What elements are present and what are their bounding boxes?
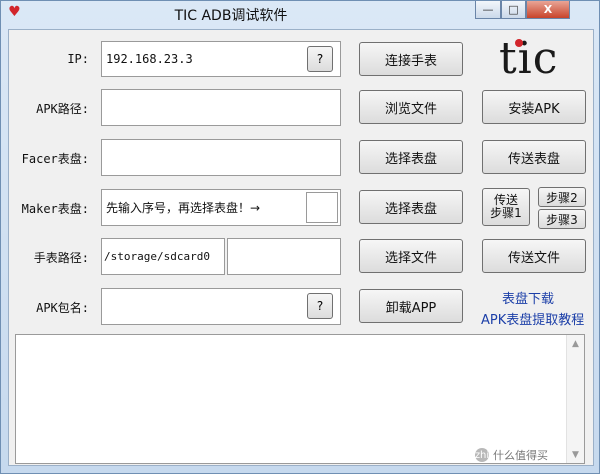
uninstall-app-button[interactable]: 卸载APP <box>359 289 463 323</box>
install-apk-button[interactable]: 安装APK <box>482 90 586 124</box>
heart-icon: ♥ <box>8 4 21 20</box>
maker-send-step1-button[interactable]: 传送 步骤1 <box>482 188 530 226</box>
facer-send-button[interactable]: 传送表盘 <box>482 140 586 174</box>
logo-dot <box>515 39 523 47</box>
ip-label: IP: <box>67 52 89 66</box>
log-scrollbar[interactable]: ▲ ▼ <box>566 335 584 463</box>
maker-select-button[interactable]: 选择表盘 <box>359 190 463 224</box>
send-file-button[interactable]: 传送文件 <box>482 239 586 273</box>
apk-path-input[interactable] <box>101 89 341 126</box>
select-file-button[interactable]: 选择文件 <box>359 239 463 273</box>
scroll-up-icon[interactable]: ▲ <box>567 335 584 352</box>
watch-path-input[interactable]: /storage/sdcard0 <box>101 238 225 275</box>
maximize-button[interactable]: □ <box>501 1 526 19</box>
step2-button[interactable]: 步骤2 <box>538 187 586 207</box>
watermark-logo-icon: zhi <box>474 448 490 462</box>
maker-dial-input[interactable]: 先输入序号，再选择表盘！→ <box>101 189 341 226</box>
title-bar[interactable]: ♥ TIC ADB调试软件 — □ X <box>1 1 599 25</box>
window-title: TIC ADB调试软件 <box>174 8 288 24</box>
log-textarea[interactable]: ▲ ▼ <box>15 334 585 464</box>
browse-file-button[interactable]: 浏览文件 <box>359 90 463 124</box>
watch-path-extra-input[interactable] <box>227 238 341 275</box>
apk-package-input[interactable] <box>101 288 341 325</box>
tic-logo: tic <box>499 33 559 84</box>
watermark: zhi 什么值得买 <box>475 447 548 463</box>
watermark-text: 什么值得买 <box>493 449 548 462</box>
dial-download-link[interactable]: 表盘下载 <box>502 288 554 307</box>
facer-dial-input[interactable] <box>101 139 341 176</box>
scroll-down-icon[interactable]: ▼ <box>567 446 584 463</box>
package-help-button[interactable]: ? <box>307 293 333 319</box>
minimize-button[interactable]: — <box>475 1 501 19</box>
app-window: ♥ TIC ADB调试软件 — □ X IP: 192.168.23.3 ? 连… <box>0 0 600 474</box>
close-button[interactable]: X <box>526 1 570 19</box>
facer-dial-label: Facer表盘: <box>21 152 89 166</box>
maker-dial-label: Maker表盘: <box>21 202 89 216</box>
facer-select-button[interactable]: 选择表盘 <box>359 140 463 174</box>
watch-path-label: 手表路径: <box>33 251 89 265</box>
ip-input[interactable]: 192.168.23.3 <box>101 41 341 77</box>
connect-watch-button[interactable]: 连接手表 <box>359 42 463 76</box>
apk-package-label: APK包名: <box>36 301 89 315</box>
step3-button[interactable]: 步骤3 <box>538 209 586 229</box>
apk-tutorial-link[interactable]: APK表盘提取教程 <box>481 309 584 328</box>
apk-path-label: APK路径: <box>36 102 89 116</box>
maker-index-input[interactable] <box>306 192 338 223</box>
ip-help-button[interactable]: ? <box>307 46 333 72</box>
